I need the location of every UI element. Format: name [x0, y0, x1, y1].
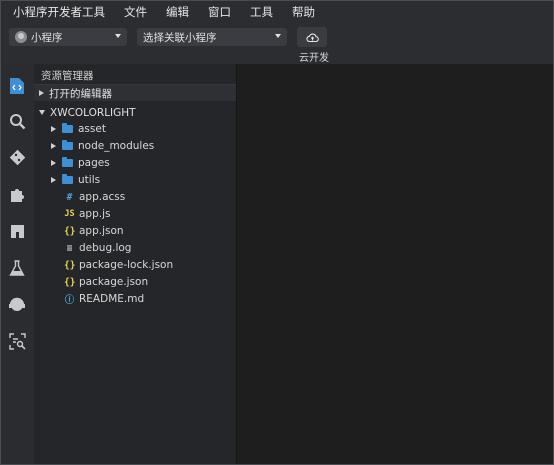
open-editors-section[interactable]: 打开的编辑器 [34, 84, 236, 101]
folder-icon [62, 123, 73, 133]
json-file-icon: {} [64, 276, 76, 288]
folder-item[interactable]: pages [34, 155, 236, 171]
bookmark-icon[interactable] [7, 221, 27, 241]
css-file-icon: # [66, 191, 73, 203]
chevron-right-icon [51, 160, 56, 166]
folder-item[interactable]: utils [34, 172, 236, 188]
chevron-right-icon [51, 126, 56, 132]
file-item[interactable]: {} app.json [34, 223, 236, 239]
cloud-dev-button[interactable] [297, 27, 327, 47]
file-name: README.md [79, 293, 145, 305]
remote-debug-icon[interactable] [7, 295, 27, 315]
app-window: 小程序开发者工具 文件 编辑 窗口 工具 帮助 小程序 选择关联小程序 云开发 [0, 0, 554, 465]
activity-bar [1, 64, 34, 464]
file-item[interactable]: {} package-lock.json [34, 257, 236, 273]
project-dropdown[interactable]: 选择关联小程序 [137, 28, 287, 46]
avatar [15, 31, 27, 43]
project-dropdown-value: 选择关联小程序 [143, 31, 217, 44]
log-file-icon: ≡ [66, 242, 73, 254]
file-name: debug.log [79, 242, 132, 254]
file-name: app.js [79, 208, 111, 220]
json-file-icon: {} [64, 259, 76, 271]
file-item[interactable]: ≡ debug.log [34, 240, 236, 256]
code-scan-icon[interactable] [7, 331, 27, 351]
menu-app-title[interactable]: 小程序开发者工具 [13, 4, 105, 20]
cloud-upload-icon [305, 33, 319, 42]
explorer-title: 资源管理器 [41, 70, 94, 82]
folder-item[interactable]: asset [34, 121, 236, 137]
open-editors-label: 打开的编辑器 [49, 87, 112, 100]
file-name: package.json [79, 276, 149, 288]
editor-area[interactable] [236, 64, 553, 464]
folder-icon [62, 140, 73, 150]
folder-name: node_modules [78, 140, 155, 152]
menu-tools[interactable]: 工具 [250, 4, 273, 20]
workspace-label: XWCOLORLIGHT [50, 106, 136, 119]
file-name: app.json [79, 225, 124, 237]
chevron-down-icon [275, 34, 281, 38]
chevron-right-icon [51, 177, 56, 183]
chevron-down-icon [115, 34, 121, 38]
file-name: app.acss [79, 191, 126, 203]
js-file-icon: JS [64, 209, 75, 219]
folder-icon [62, 157, 73, 167]
file-name: package-lock.json [79, 259, 174, 271]
cloud-dev-label: 云开发 [299, 53, 329, 64]
git-icon[interactable] [7, 147, 27, 167]
file-item[interactable]: {} package.json [34, 274, 236, 290]
chevron-right-icon [39, 90, 44, 96]
code-editor-icon[interactable] [7, 76, 27, 96]
menu-edit[interactable]: 编辑 [166, 4, 189, 20]
folder-name: pages [78, 157, 110, 169]
menu-bar: 小程序开发者工具 文件 编辑 窗口 工具 帮助 [1, 1, 553, 23]
file-item[interactable]: ⓘ README.md [34, 291, 236, 307]
chevron-right-icon [51, 143, 56, 149]
menu-window[interactable]: 窗口 [208, 4, 231, 20]
folder-item[interactable]: node_modules [34, 138, 236, 154]
workspace-section[interactable]: XWCOLORLIGHT [34, 104, 236, 121]
file-item[interactable]: # app.acss [34, 189, 236, 205]
explorer-panel: 资源管理器 打开的编辑器 XWCOLORLIGHT asset node_mod… [34, 64, 236, 464]
info-file-icon: ⓘ [64, 295, 75, 306]
search-icon[interactable] [7, 111, 27, 131]
mode-dropdown-value: 小程序 [31, 31, 63, 44]
folder-name: utils [78, 174, 101, 186]
menu-file[interactable]: 文件 [124, 4, 147, 20]
mode-dropdown[interactable]: 小程序 [9, 28, 127, 46]
extensions-icon[interactable] [7, 184, 27, 204]
chevron-down-icon [39, 110, 45, 115]
json-file-icon: {} [64, 225, 76, 237]
file-item[interactable]: JS app.js [34, 206, 236, 222]
folder-icon [62, 174, 73, 184]
toolbar: 小程序 选择关联小程序 云开发 [1, 23, 553, 64]
test-flask-icon[interactable] [7, 258, 27, 278]
folder-name: asset [78, 123, 106, 135]
menu-help[interactable]: 帮助 [292, 4, 315, 20]
